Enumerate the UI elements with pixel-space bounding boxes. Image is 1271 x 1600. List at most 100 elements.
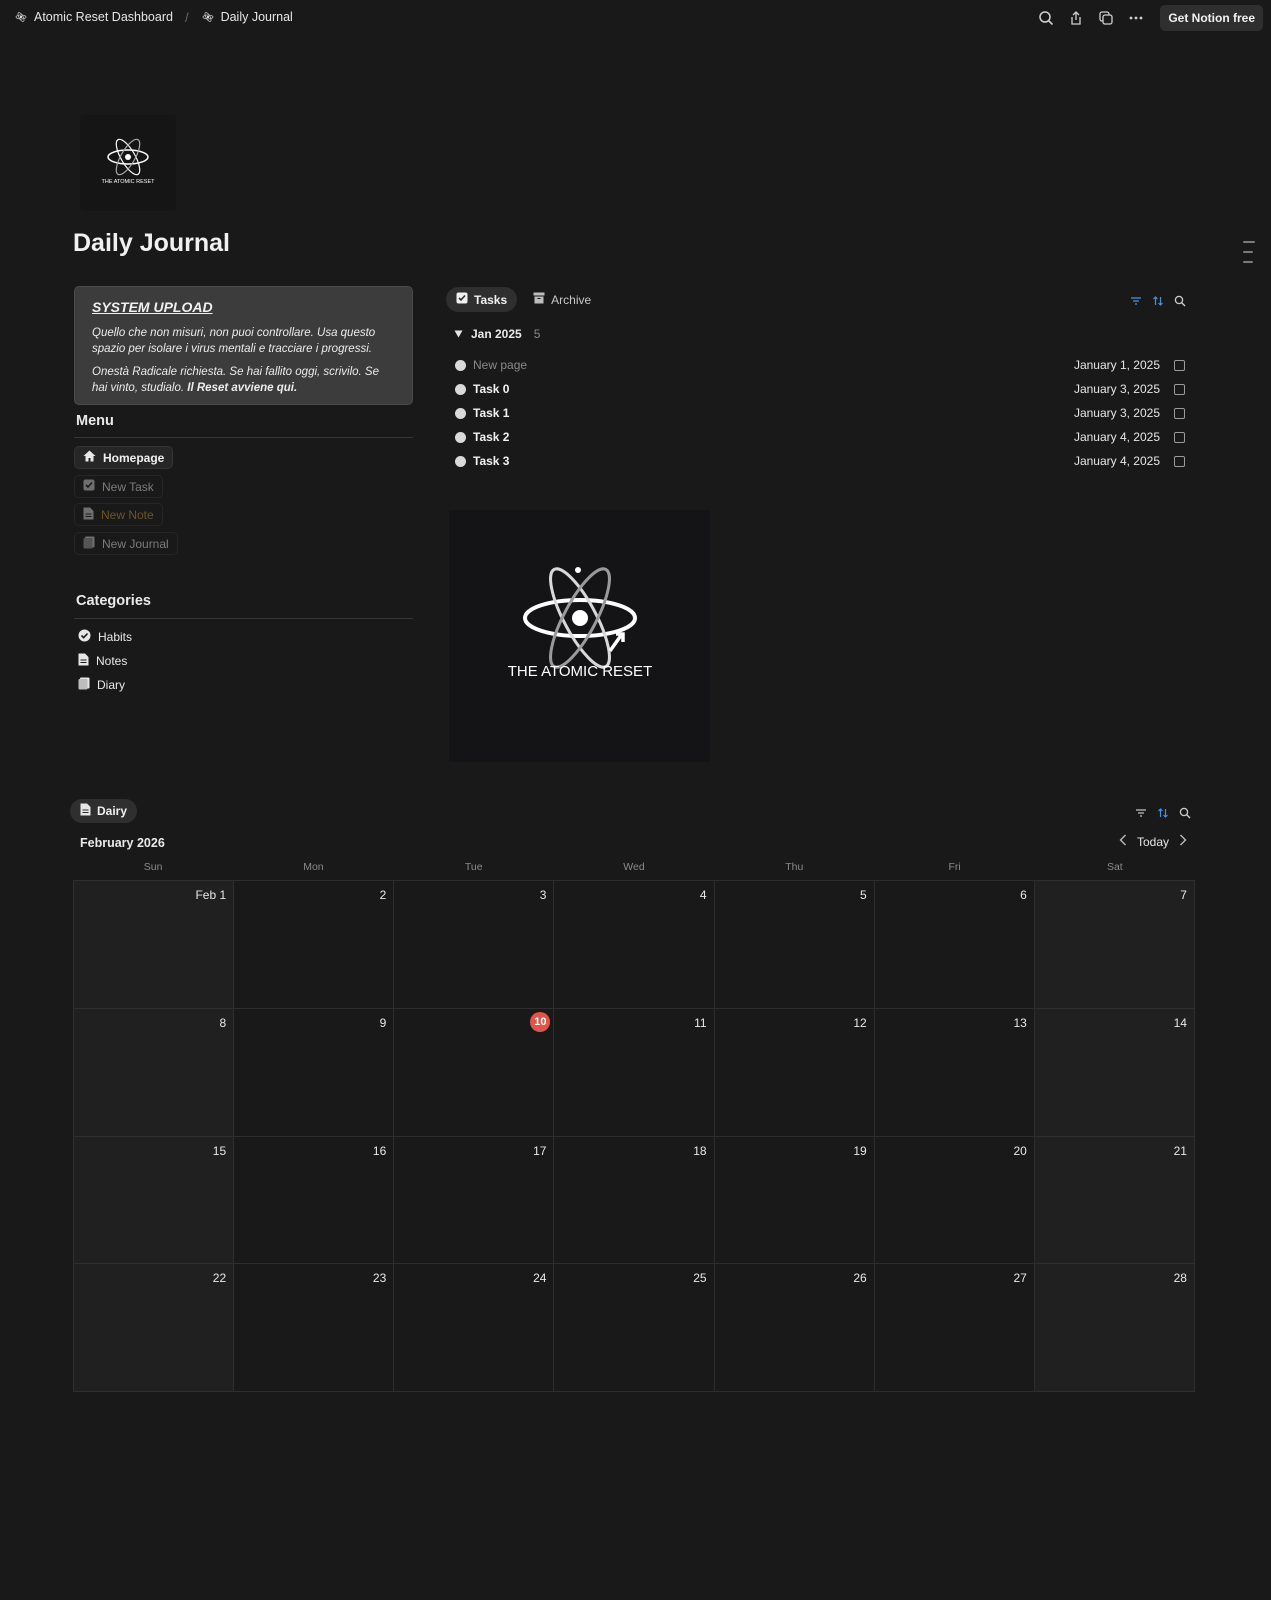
calendar-day-cell[interactable]: 22	[74, 1264, 235, 1392]
calendar-day-cell[interactable]: 15	[74, 1136, 235, 1265]
task-checkbox[interactable]	[1174, 407, 1185, 419]
calendar-day-cell[interactable]: 7	[1034, 881, 1195, 1009]
table-of-contents-indicator[interactable]	[1243, 241, 1255, 263]
new-note-button[interactable]: New Note	[74, 503, 163, 526]
day-number: 19	[853, 1143, 867, 1158]
day-number: 16	[372, 1143, 387, 1158]
calendar-day-cell[interactable]: Feb 1	[74, 881, 235, 1009]
calendar-day-cell[interactable]: 28	[1034, 1264, 1195, 1392]
status-dot-icon	[455, 431, 466, 443]
document-icon	[80, 803, 91, 819]
calendar-day-cell[interactable]: 9	[234, 1008, 395, 1137]
group-header-jan-2025[interactable]: Jan 2025 5	[454, 327, 540, 341]
journal-icon	[83, 536, 95, 552]
calendar-day-cell[interactable]: 6	[874, 881, 1035, 1009]
today-button[interactable]: Today	[1137, 835, 1169, 849]
task-checkbox[interactable]	[1174, 383, 1185, 395]
calendar-day-cell[interactable]: 8	[74, 1008, 235, 1137]
search-icon[interactable]	[1179, 806, 1191, 822]
menu-item-label: New Journal	[102, 536, 169, 551]
calendar-day-cell[interactable]: 26	[714, 1264, 875, 1392]
tab-archive[interactable]: Archive	[523, 287, 601, 312]
today-date-badge: 10	[530, 1011, 551, 1032]
category-diary[interactable]: Diary	[78, 677, 125, 693]
check-circle-icon	[78, 629, 91, 645]
weekday-label: Mon	[303, 861, 324, 873]
callout-paragraph: Quello che non misuri, non puoi controll…	[92, 327, 376, 355]
calendar-day-cell[interactable]: 12	[714, 1008, 875, 1137]
calendar-day-cell[interactable]: 19	[714, 1136, 875, 1265]
filter-icon[interactable]	[1130, 294, 1142, 310]
calendar-day-cell[interactable]: 20	[874, 1136, 1035, 1265]
calendar-day-cell[interactable]: 2	[234, 881, 395, 1009]
category-label: Notes	[96, 654, 128, 668]
task-name[interactable]: New page	[473, 358, 1074, 372]
day-number: 18	[693, 1143, 707, 1158]
sort-icon[interactable]	[1157, 806, 1169, 822]
calendar-day-cell[interactable]: 13	[874, 1008, 1035, 1137]
task-row[interactable]: Task 3 January 4, 2025	[455, 451, 1185, 471]
search-icon[interactable]	[1036, 6, 1056, 30]
calendar-day-cell[interactable]: 10	[394, 1008, 555, 1137]
calendar-day-cell[interactable]: 5	[714, 881, 875, 1009]
chevron-left-icon[interactable]	[1119, 834, 1127, 849]
task-checkbox[interactable]	[1174, 455, 1185, 467]
task-name[interactable]: Task 2	[473, 430, 1074, 444]
atom-logo-icon	[14, 10, 28, 24]
more-options-icon[interactable]	[1126, 6, 1146, 30]
calendar-day-cell[interactable]: 3	[394, 881, 555, 1009]
new-journal-button[interactable]: New Journal	[74, 532, 178, 555]
calendar-day-cell[interactable]: 4	[554, 881, 715, 1009]
duplicate-icon[interactable]	[1096, 6, 1116, 30]
checkbox-icon	[83, 479, 95, 494]
task-row[interactable]: Task 2 January 4, 2025	[455, 427, 1185, 447]
page-icon-atomic-reset-logo[interactable]: THE ATOMIC RESET	[80, 115, 176, 211]
calendar-day-cell[interactable]: 11	[554, 1008, 715, 1137]
menu-heading: Menu	[76, 413, 114, 429]
category-notes[interactable]: Notes	[78, 653, 127, 669]
tab-dairy[interactable]: Dairy	[70, 799, 138, 823]
triangle-down-icon[interactable]	[454, 327, 463, 341]
day-number: 28	[1173, 1271, 1187, 1286]
task-name[interactable]: Task 0	[473, 382, 1074, 396]
breadcrumb-item-dashboard[interactable]: Atomic Reset Dashboard	[34, 10, 173, 24]
tab-label: Tasks	[474, 292, 508, 307]
share-icon[interactable]	[1066, 6, 1086, 30]
calendar-month-label: February 2026	[80, 836, 165, 850]
calendar-day-cell[interactable]: 16	[234, 1136, 395, 1265]
search-icon[interactable]	[1174, 294, 1186, 310]
task-date: January 4, 2025	[1073, 430, 1160, 444]
calendar-day-cell[interactable]: 24	[394, 1264, 555, 1392]
task-checkbox[interactable]	[1174, 359, 1185, 371]
calendar-day-cell[interactable]: 17	[394, 1136, 555, 1265]
calendar-day-cell[interactable]: 23	[234, 1264, 395, 1392]
calendar-day-cell[interactable]: 25	[554, 1264, 715, 1392]
task-checkbox[interactable]	[1174, 431, 1185, 443]
new-task-button[interactable]: New Task	[74, 475, 163, 498]
day-number: 24	[533, 1271, 547, 1286]
tab-tasks[interactable]: Tasks	[446, 287, 518, 312]
day-number: 13	[1013, 1015, 1027, 1030]
calendar-day-cell[interactable]: 21	[1034, 1136, 1195, 1265]
status-dot-icon	[455, 359, 466, 371]
category-habits[interactable]: Habits	[78, 629, 132, 645]
task-row[interactable]: Task 1 January 3, 2025	[455, 403, 1185, 423]
sort-icon[interactable]	[1152, 294, 1164, 310]
task-row[interactable]: New page January 1, 2025	[455, 355, 1185, 375]
filter-icon[interactable]	[1135, 806, 1147, 822]
task-name[interactable]: Task 1	[473, 406, 1074, 420]
calendar-day-cell[interactable]: 14	[1034, 1008, 1195, 1137]
homepage-button[interactable]: Homepage	[74, 446, 174, 469]
menu-item-label: New Note	[101, 507, 154, 522]
breadcrumb: Atomic Reset Dashboard / Daily Journal	[14, 10, 293, 25]
calendar-day-cell[interactable]: 18	[554, 1136, 715, 1265]
calendar-day-cell[interactable]: 27	[874, 1264, 1035, 1392]
chevron-right-icon[interactable]	[1179, 834, 1187, 849]
atomic-reset-logo-image: THE ATOMIC RESET	[449, 510, 710, 762]
day-number: 4	[699, 888, 707, 902]
breadcrumb-item-journal[interactable]: Daily Journal	[221, 10, 293, 24]
day-number: 15	[212, 1143, 227, 1158]
task-name[interactable]: Task 3	[473, 454, 1074, 468]
task-row[interactable]: Task 0 January 3, 2025	[455, 379, 1185, 399]
get-notion-free-button[interactable]: Get Notion free	[1160, 5, 1263, 31]
